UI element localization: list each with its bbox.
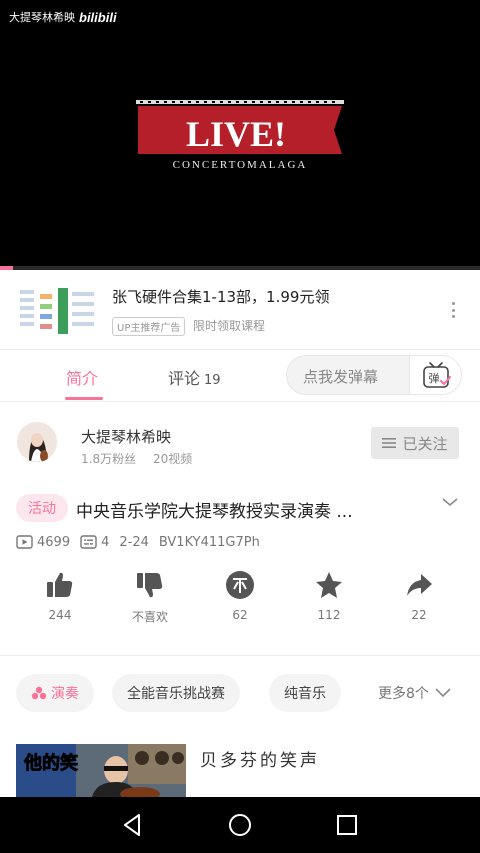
menu-icon bbox=[382, 438, 397, 448]
coin-icon bbox=[226, 571, 254, 599]
danmaku-input[interactable]: 点我发弹幕 弹 bbox=[286, 355, 462, 395]
svg-text:弹: 弹 bbox=[429, 371, 440, 385]
app-screen: 大提琴林希映 bilibili LIVE! CONCERTOMALAGA 张飞硬… bbox=[0, 0, 480, 853]
tag-performance[interactable]: 演奏 bbox=[16, 674, 94, 712]
related-thumb-text: 他的笑 bbox=[23, 752, 78, 774]
tab-comments[interactable]: 评论 19 bbox=[168, 365, 221, 389]
ad-subtitle: 限时领取课程 bbox=[193, 319, 266, 333]
favorite-button[interactable]: 112 bbox=[289, 570, 369, 622]
dislike-label: 不喜欢 bbox=[131, 610, 168, 624]
comments-count: 19 bbox=[204, 373, 221, 388]
danmaku-stat: 4 bbox=[80, 535, 109, 550]
video-player[interactable]: 大提琴林希映 bilibili LIVE! CONCERTOMALAGA bbox=[0, 0, 480, 270]
expand-chevron-icon[interactable] bbox=[442, 496, 458, 508]
uploader-name[interactable]: 大提琴林希映 bbox=[81, 426, 171, 447]
tab-intro[interactable]: 简介 bbox=[66, 365, 98, 389]
related-video-title[interactable]: 贝多芬的笑声 bbox=[200, 746, 320, 771]
video-title-row: 活动 中央音乐学院大提琴教授实录演奏 ... bbox=[0, 490, 480, 530]
share-arrow-icon bbox=[407, 574, 432, 596]
follow-button[interactable]: 已关注 bbox=[371, 427, 459, 459]
video-meta: 4699 4 2-24 BV1KY411G7Ph bbox=[16, 533, 270, 551]
tag-music-challenge[interactable]: 全能音乐挑战赛 bbox=[112, 674, 240, 712]
bvid: BV1KY411G7Ph bbox=[158, 534, 260, 550]
home-icon[interactable] bbox=[226, 811, 254, 839]
ad-banner[interactable]: 张飞硬件合集1-13部，1.99元领 UP主推荐广告 限时领取课程 bbox=[0, 270, 480, 350]
bilibili-logo: bilibili bbox=[79, 9, 117, 25]
coin-count: 62 bbox=[232, 608, 248, 622]
uploader-fans: 1.8万粉丝 bbox=[81, 452, 137, 466]
tab-comments-label: 评论 bbox=[168, 369, 201, 388]
ad-badge: UP主推荐广告 bbox=[112, 317, 186, 336]
live-logo-text: LIVE! bbox=[186, 114, 286, 154]
danmaku-placeholder: 点我发弹幕 bbox=[303, 368, 379, 386]
dislike-button[interactable]: 不喜欢 bbox=[110, 570, 190, 625]
avatar[interactable] bbox=[17, 422, 57, 462]
favorite-count: 112 bbox=[317, 608, 341, 622]
more-options-icon[interactable] bbox=[446, 300, 460, 320]
back-icon[interactable] bbox=[119, 811, 147, 839]
tag-label: 全能音乐挑战赛 bbox=[127, 686, 225, 702]
share-button[interactable]: 22 bbox=[379, 570, 459, 622]
thumbs-up-icon bbox=[47, 572, 73, 597]
live-concert-logo: LIVE! CONCERTOMALAGA bbox=[136, 100, 344, 171]
share-count: 22 bbox=[411, 608, 427, 622]
tag-pure-music[interactable]: 纯音乐 bbox=[269, 674, 341, 712]
system-nav-bar bbox=[0, 797, 480, 853]
tab-active-indicator bbox=[65, 397, 103, 400]
ad-thumbnail bbox=[18, 284, 98, 338]
danmaku-toggle-button[interactable]: 弹 bbox=[409, 356, 461, 394]
activity-badge[interactable]: 活动 bbox=[16, 494, 68, 522]
tag-label: 纯音乐 bbox=[284, 686, 326, 702]
danmaku-count: 4 bbox=[101, 534, 110, 550]
danmaku-tv-icon: 弹 bbox=[423, 362, 451, 388]
section-divider bbox=[0, 655, 480, 656]
watermark: 大提琴林希映 bilibili bbox=[9, 9, 117, 25]
like-count: 244 bbox=[48, 608, 72, 622]
uploader-row: 大提琴林希映 1.8万粉丝 20视频 已关注 bbox=[0, 402, 480, 482]
recent-apps-icon[interactable] bbox=[333, 811, 361, 839]
uploader-videos: 20视频 bbox=[153, 452, 193, 466]
more-tags-button[interactable]: 更多8个 bbox=[378, 683, 451, 703]
related-video-thumbnail[interactable]: 他的笑 bbox=[16, 744, 186, 797]
channel-icon bbox=[31, 686, 47, 700]
publish-date: 2-24 bbox=[119, 534, 149, 550]
views-count: 4699 bbox=[37, 534, 71, 550]
live-logo-subtext: CONCERTOMALAGA bbox=[173, 159, 308, 171]
danmaku-count-icon bbox=[80, 535, 97, 549]
star-icon bbox=[316, 572, 342, 598]
ad-title[interactable]: 张飞硬件合集1-13部，1.99元领 bbox=[112, 286, 329, 307]
coin-button[interactable]: 62 bbox=[200, 570, 280, 622]
follow-label: 已关注 bbox=[402, 434, 448, 453]
tag-label: 演奏 bbox=[51, 686, 79, 702]
chevron-down-icon bbox=[435, 688, 451, 698]
video-title: 中央音乐学院大提琴教授实录演奏 ... bbox=[76, 502, 353, 522]
watermark-channel: 大提琴林希映 bbox=[9, 11, 75, 24]
play-count-icon bbox=[16, 535, 33, 549]
action-bar: 244 不喜欢 62 112 22 bbox=[0, 570, 480, 640]
thumbs-down-icon bbox=[137, 573, 163, 598]
more-tags-label: 更多8个 bbox=[378, 686, 429, 702]
tag-row: 演奏 全能音乐挑战赛 纯音乐 更多8个 bbox=[0, 674, 480, 712]
like-button[interactable]: 244 bbox=[20, 570, 100, 622]
tab-bar: 简介 评论 19 点我发弹幕 弹 bbox=[0, 350, 480, 402]
views-stat: 4699 bbox=[16, 535, 70, 550]
